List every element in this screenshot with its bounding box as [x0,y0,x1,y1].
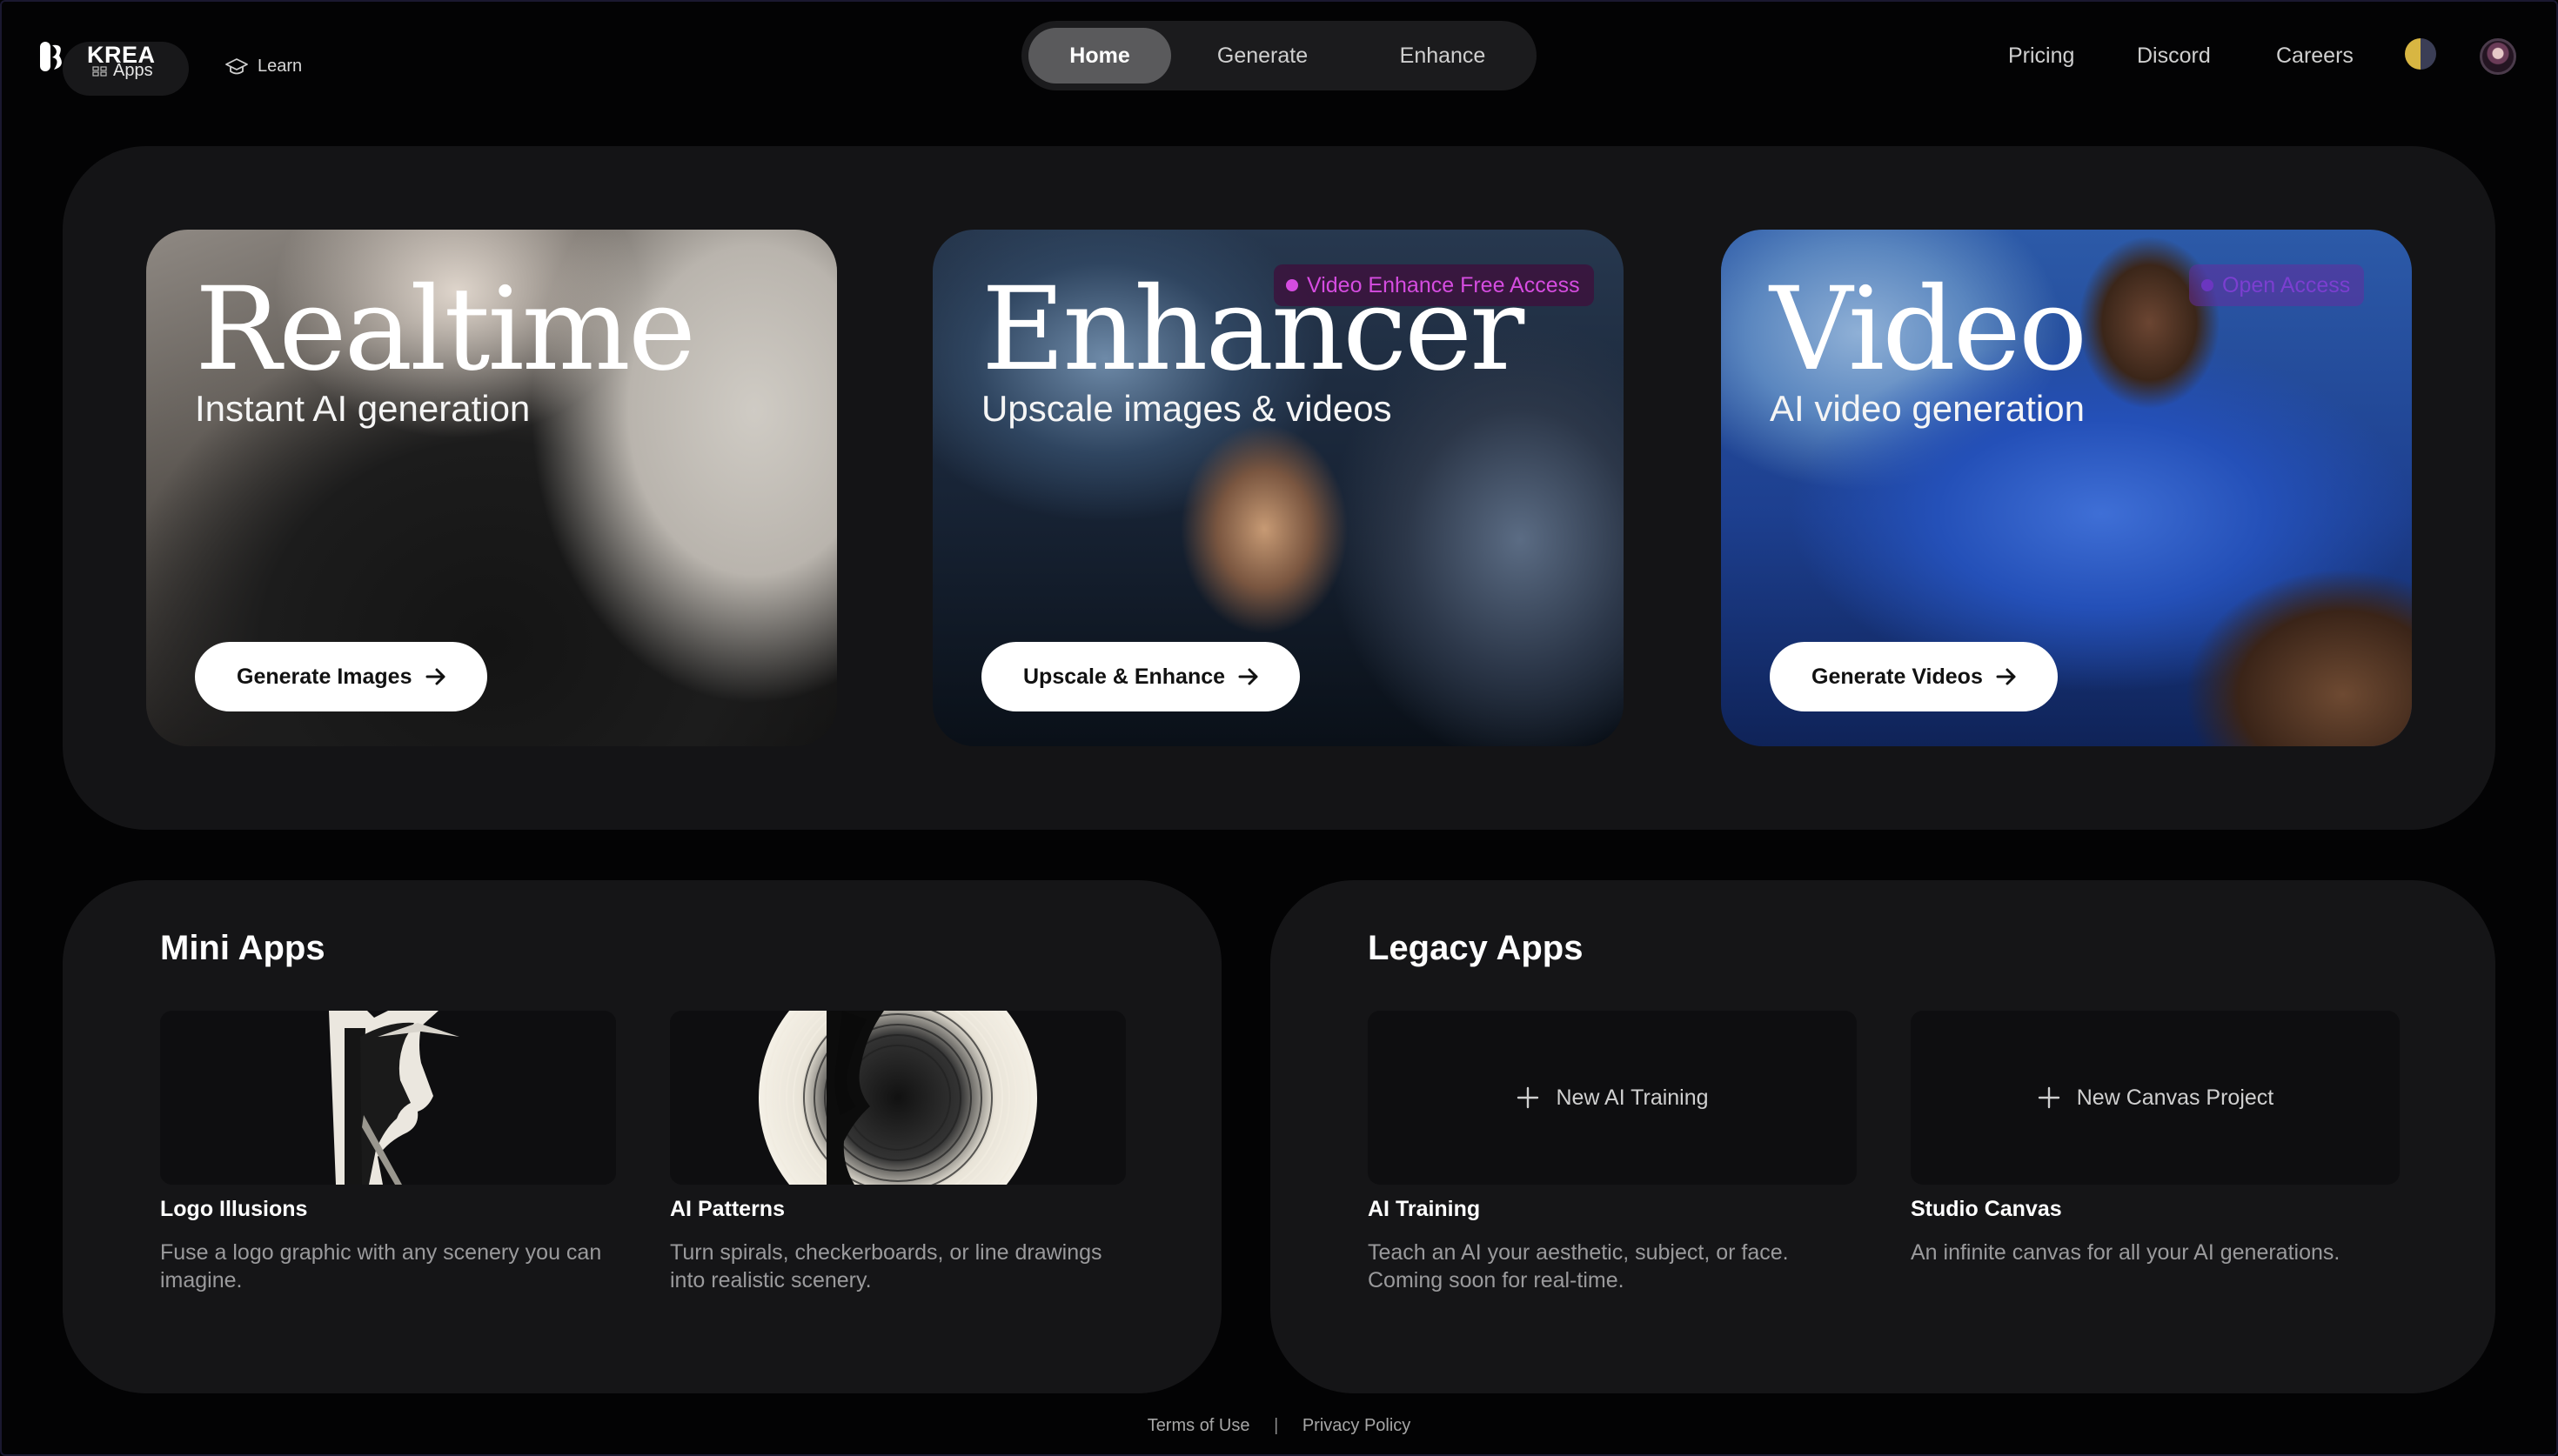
enhancer-card[interactable]: Video Enhance Free Access Enhancer Upsca… [933,230,1624,746]
new-canvas-project-tile[interactable]: New Canvas Project [1911,1011,2400,1185]
ai-training-name: AI Training [1368,1197,1481,1221]
nav-careers[interactable]: Careers [2276,43,2354,69]
upscale-enhance-label: Upscale & Enhance [1023,664,1226,689]
generate-images-label: Generate Images [237,664,412,689]
arrow-right-icon [425,668,445,685]
learn-label: Learn [258,57,303,76]
new-ai-training-tile[interactable]: New AI Training [1368,1011,1857,1185]
new-canvas-project-button[interactable]: New Canvas Project [1911,1011,2400,1185]
generate-images-button[interactable]: Generate Images [195,642,487,711]
krea-logo-icon[interactable] [38,40,68,73]
ai-patterns-name: AI Patterns [670,1197,785,1221]
realtime-subtitle: Instant AI generation [195,388,531,429]
terms-of-use-link[interactable]: Terms of Use [1148,1416,1250,1436]
apps-label-text: Apps [113,61,153,80]
studio-canvas-description: An infinite canvas for all your AI gener… [1911,1240,2340,1265]
badge-dot-icon [2201,279,2213,291]
tab-enhance[interactable]: Enhance [1356,28,1530,83]
apps-grid-icon [92,65,107,77]
mini-apps-title: Mini Apps [160,929,325,967]
studio-canvas-name: Studio Canvas [1911,1197,2062,1221]
new-ai-training-label: New AI Training [1556,1085,1709,1110]
apps-label: Apps [92,61,153,81]
main-tabs: Home Generate Enhance [1021,21,1537,90]
footer: Terms of Use | Privacy Policy [0,1416,2558,1436]
footer-separator: | [1274,1416,1279,1435]
enhancer-title: Enhancer [981,263,1524,397]
ai-training-description: Teach an AI your aesthetic, subject, or … [1368,1240,1789,1292]
privacy-policy-link[interactable]: Privacy Policy [1302,1416,1410,1436]
generate-videos-button[interactable]: Generate Videos [1770,642,2058,711]
logo-illusions-thumbnail [160,1011,616,1185]
video-card[interactable]: Open Access Video AI video generation Ge… [1721,230,2412,746]
upscale-enhance-button[interactable]: Upscale & Enhance [981,642,1301,711]
legacy-apps-panel: Legacy Apps New AI Training AI Training … [1270,880,2495,1393]
plus-icon [2038,1086,2059,1109]
new-ai-training-button[interactable]: New AI Training [1368,1011,1857,1185]
new-canvas-project-label: New Canvas Project [2076,1085,2274,1110]
realtime-title: Realtime [195,263,696,397]
arrow-right-icon [1238,668,1258,685]
legacy-apps-title: Legacy Apps [1368,929,1584,967]
ai-patterns-tile[interactable] [670,1011,1126,1185]
nav-discord[interactable]: Discord [2137,43,2211,69]
ai-patterns-description: Turn spirals, checkerboards, or line dra… [670,1240,1102,1292]
tab-generate[interactable]: Generate [1178,28,1347,83]
mini-apps-panel: Mini Apps Logo Illusions Fuse a logo gra… [63,880,1222,1393]
open-access-badge: Open Access [2189,264,2365,306]
avatar[interactable] [2480,38,2516,75]
arrow-right-icon [1996,668,2016,685]
graduation-cap-icon [225,57,248,74]
enhancer-subtitle: Upscale images & videos [981,388,1392,429]
video-title: Video [1770,263,2087,397]
generate-videos-label: Generate Videos [1811,664,1983,689]
nav-pricing[interactable]: Pricing [2008,43,2074,69]
logo-illusions-tile[interactable] [160,1011,616,1185]
theme-toggle-icon[interactable] [2405,38,2436,70]
realtime-card[interactable]: Realtime Instant AI generation Generate … [146,230,837,746]
badge-text: Open Access [2222,272,2351,297]
learn-link[interactable]: Learn [224,57,302,77]
logo-illusions-name: Logo Illusions [160,1197,308,1221]
tab-home[interactable]: Home [1028,28,1171,83]
logo-illusions-description: Fuse a logo graphic with any scenery you… [160,1240,602,1292]
video-subtitle: AI video generation [1770,388,2085,429]
plus-icon [1517,1086,1539,1109]
ai-patterns-thumbnail [670,1011,1126,1185]
